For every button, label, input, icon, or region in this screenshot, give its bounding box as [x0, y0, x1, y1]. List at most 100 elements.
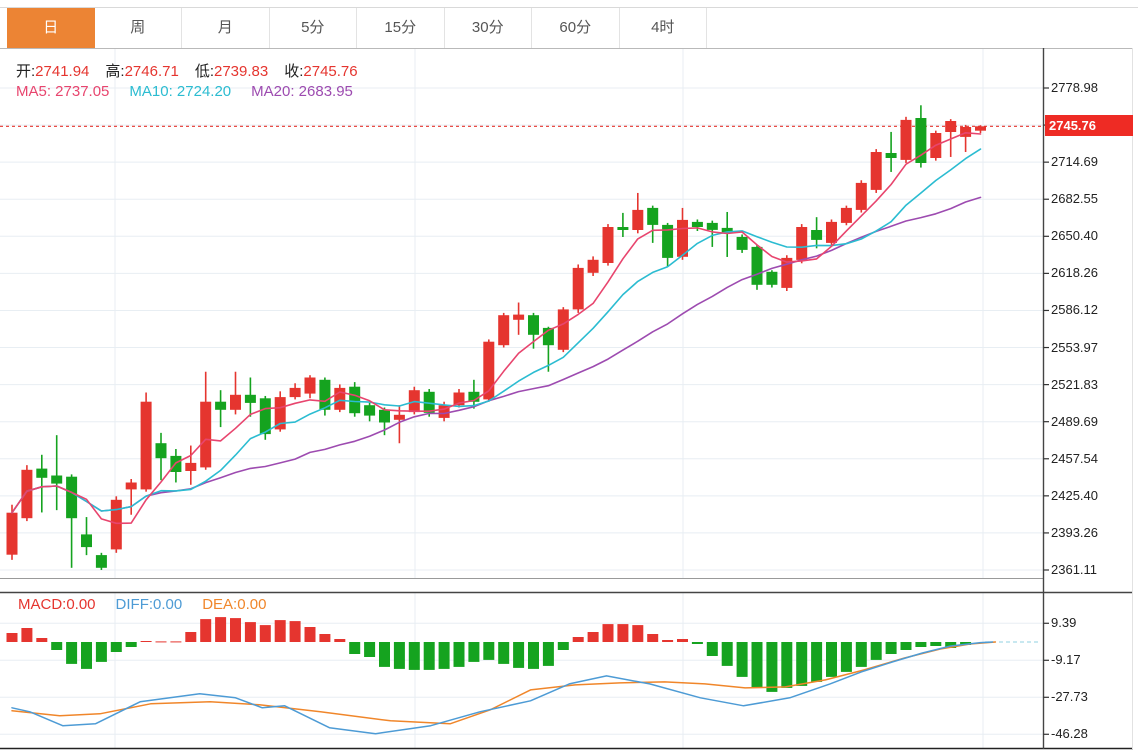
macd-bar	[617, 624, 628, 642]
candle-body	[36, 469, 47, 478]
candle-body	[707, 223, 718, 230]
ma10-value: MA10: 2724.20	[129, 83, 231, 100]
macd-bar	[886, 642, 897, 654]
candle-body	[573, 268, 584, 310]
candle-body	[588, 260, 599, 273]
candle-body	[305, 378, 316, 394]
open-value: 2741.94	[35, 63, 89, 80]
macd-bar	[185, 632, 196, 642]
candle-body	[156, 443, 167, 458]
macd-bar	[558, 642, 569, 650]
price-axis-label: 2521.83	[1051, 377, 1098, 393]
kline-chart[interactable]	[0, 0, 1138, 752]
macd-bar	[781, 642, 792, 688]
macd-bar	[7, 633, 18, 642]
macd-bar	[156, 641, 167, 642]
ohlc-readout: 开:2741.94高:2746.71低:2739.83收:2745.76	[16, 60, 374, 81]
macd-bar	[51, 642, 62, 650]
macd-bar	[439, 642, 450, 669]
macd-bar	[290, 621, 301, 642]
macd-bar	[483, 642, 494, 660]
close-label: 收:	[284, 63, 303, 80]
ma5-line	[12, 133, 981, 524]
macd-bar	[498, 642, 509, 664]
diff-value: DIFF:0.00	[116, 596, 183, 613]
candle-body	[766, 272, 777, 285]
macd-bar	[603, 624, 614, 642]
tab-h4[interactable]: 4时	[620, 8, 708, 48]
macd-axis-label: 9.39	[1051, 615, 1076, 631]
candle-body	[513, 315, 524, 320]
macd-bar	[424, 642, 435, 670]
candle-body	[334, 388, 345, 410]
candle-body	[945, 121, 956, 132]
candle-body	[826, 222, 837, 243]
candle-body	[96, 555, 107, 568]
tab-day[interactable]: 日	[7, 8, 95, 48]
candle-body	[752, 247, 763, 285]
candle-body	[841, 208, 852, 223]
candle-body	[558, 309, 569, 349]
macd-bar	[21, 628, 32, 642]
macd-bar	[930, 642, 941, 646]
macd-bar	[647, 634, 658, 642]
macd-axis-label: -27.73	[1051, 689, 1088, 705]
macd-bar	[811, 642, 822, 682]
macd-bar	[454, 642, 465, 667]
price-axis-label: 2650.40	[1051, 228, 1098, 244]
tab-month[interactable]: 月	[182, 8, 270, 48]
macd-bar	[722, 642, 733, 666]
macd-bar	[737, 642, 748, 677]
candle-body	[856, 183, 867, 210]
tab-m15[interactable]: 15分	[357, 8, 445, 48]
candle-body	[51, 476, 62, 484]
macd-bar	[707, 642, 718, 656]
price-axis-label: 2618.26	[1051, 265, 1098, 281]
macd-bar	[215, 617, 226, 642]
macd-bar	[111, 642, 122, 652]
macd-axis-label: -9.17	[1051, 652, 1081, 668]
candle-body	[111, 500, 122, 550]
macd-bar	[141, 641, 152, 642]
candle-body	[603, 227, 614, 263]
macd-bar	[796, 642, 807, 686]
macd-bar	[319, 634, 330, 642]
macd-bar	[766, 642, 777, 692]
candle-body	[901, 120, 912, 160]
macd-bar	[230, 618, 241, 642]
current-price-badge: 2745.76	[1045, 115, 1133, 136]
macd-bar	[275, 620, 286, 642]
macd-bar	[379, 642, 390, 667]
macd-bar	[543, 642, 554, 666]
candle-body	[245, 395, 256, 403]
macd-bar	[200, 619, 211, 642]
macd-bar	[871, 642, 882, 660]
macd-bar	[528, 642, 539, 669]
candle-body	[915, 118, 926, 163]
candle-body	[617, 227, 628, 230]
high-label: 高:	[105, 63, 124, 80]
candle-body	[796, 227, 807, 260]
candle-body	[126, 483, 137, 490]
ma-readout: MA5: 2737.05MA10: 2724.20MA20: 2683.95	[16, 83, 373, 100]
macd-bar	[126, 642, 137, 647]
macd-bar	[245, 622, 256, 642]
price-axis-label: 2553.97	[1051, 340, 1098, 356]
macd-bar	[409, 642, 420, 670]
tab-m5[interactable]: 5分	[270, 8, 358, 48]
ma5-value: MA5: 2737.05	[16, 83, 109, 100]
high-value: 2746.71	[125, 63, 179, 80]
tab-week[interactable]: 周	[95, 8, 183, 48]
price-axis-label: 2489.69	[1051, 414, 1098, 430]
macd-bar	[915, 642, 926, 647]
candle-body	[394, 415, 405, 420]
candle-body	[528, 315, 539, 335]
tab-m60[interactable]: 60分	[532, 8, 620, 48]
macd-bar	[36, 638, 47, 642]
candle-body	[886, 153, 897, 158]
macd-bar	[692, 642, 703, 644]
macd-bar	[334, 639, 345, 642]
tab-m30[interactable]: 30分	[445, 8, 533, 48]
candle-body	[81, 534, 92, 547]
candle-body	[647, 208, 658, 225]
